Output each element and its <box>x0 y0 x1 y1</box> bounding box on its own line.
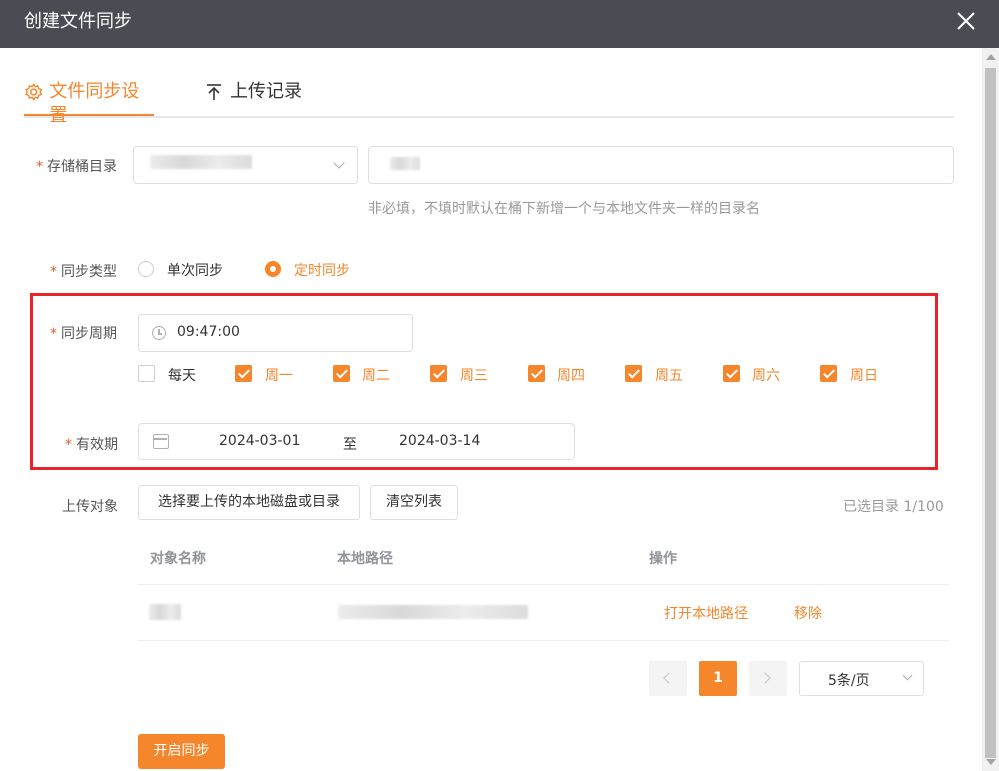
checkbox-monday[interactable] <box>235 365 252 382</box>
next-page-button[interactable] <box>749 661 787 696</box>
time-value: 09:47:00 <box>177 324 240 340</box>
clock-icon <box>152 326 166 340</box>
tab-label: 文件同步设置 <box>49 81 140 126</box>
checkbox-thursday[interactable] <box>528 365 545 382</box>
checkbox-monday-label[interactable]: 周一 <box>265 365 293 385</box>
vertical-scrollbar[interactable] <box>982 48 999 771</box>
required-mark: * <box>65 437 72 453</box>
selected-count: 已选目录 1/100 <box>843 499 944 515</box>
date-end[interactable]: 2024-03-14 <box>399 433 480 449</box>
checkbox-saturday-label[interactable]: 周六 <box>752 365 780 385</box>
checkbox-wednesday[interactable] <box>430 365 447 382</box>
date-separator: 至 <box>343 437 357 453</box>
bucket-select[interactable] <box>133 146 358 184</box>
create-file-sync-dialog: 创建文件同步 文件同步设置 上传记录 * 存储桶目录 非必填，不填时默认在桶下新… <box>0 0 999 771</box>
checkbox-sunday[interactable] <box>820 365 837 382</box>
sync-period-label-text: 同步周期 <box>61 326 117 342</box>
table-row: 打开本地路径 移除 <box>138 585 949 641</box>
scroll-down-arrow-icon[interactable] <box>986 759 996 765</box>
page-size-select[interactable]: 5条/页 <box>799 661 924 696</box>
upload-icon <box>207 84 221 100</box>
clear-list-button[interactable]: 清空列表 <box>370 485 458 520</box>
sync-type-label: * 同步类型 <box>50 261 117 281</box>
checkbox-saturday[interactable] <box>723 365 740 382</box>
redacted-local-path <box>338 605 528 619</box>
checkbox-friday-label[interactable]: 周五 <box>655 365 683 385</box>
gear-icon <box>25 83 43 101</box>
time-picker[interactable]: 09:47:00 <box>138 314 413 352</box>
page-number-current[interactable]: 1 <box>699 661 737 696</box>
checkbox-sunday-label[interactable]: 周日 <box>850 365 878 385</box>
column-header-object-name: 对象名称 <box>150 551 206 567</box>
dialog-title: 创建文件同步 <box>24 11 132 32</box>
table-header: 对象名称 本地路径 操作 <box>138 537 949 585</box>
tab-upload-records[interactable]: 上传记录 <box>204 80 302 116</box>
column-header-actions: 操作 <box>649 551 677 567</box>
checkbox-everyday[interactable] <box>138 365 155 382</box>
required-mark: * <box>50 326 57 342</box>
sync-period-label: * 同步周期 <box>50 323 117 343</box>
open-local-path-link[interactable]: 打开本地路径 <box>664 603 748 623</box>
checkbox-tuesday[interactable] <box>333 365 350 382</box>
required-mark: * <box>36 159 43 175</box>
date-start[interactable]: 2024-03-01 <box>219 433 300 449</box>
validity-label: * 有效期 <box>65 434 118 454</box>
remove-link[interactable]: 移除 <box>794 603 822 623</box>
calendar-icon <box>153 434 169 449</box>
checkbox-thursday-label[interactable]: 周四 <box>557 365 585 385</box>
dialog-titlebar: 创建文件同步 <box>0 0 999 48</box>
required-mark: * <box>50 264 57 280</box>
radio-scheduled-sync-label[interactable]: 定时同步 <box>294 260 350 280</box>
bucket-dir-label-text: 存储桶目录 <box>47 159 117 175</box>
bucket-dir-input[interactable] <box>368 146 954 184</box>
page-size-value: 5条/页 <box>828 673 870 689</box>
bucket-dir-label: * 存储桶目录 <box>36 156 117 176</box>
checkbox-wednesday-label[interactable]: 周三 <box>460 365 488 385</box>
radio-scheduled-sync[interactable] <box>265 261 281 277</box>
radio-single-sync-label[interactable]: 单次同步 <box>167 260 223 280</box>
start-sync-button[interactable]: 开启同步 <box>138 734 225 769</box>
tabs: 文件同步设置 上传记录 <box>24 72 954 126</box>
close-icon[interactable] <box>951 6 981 36</box>
chevron-right-icon <box>759 672 771 684</box>
checkbox-friday[interactable] <box>625 365 642 382</box>
column-header-local-path: 本地路径 <box>337 551 393 567</box>
redacted-bucket-name <box>150 155 252 169</box>
bucket-dir-hint: 非必填，不填时默认在桶下新增一个与本地文件夹一样的目录名 <box>368 201 760 217</box>
upload-target-label: 上传对象 <box>62 499 118 515</box>
date-range-picker[interactable]: 2024-03-01 至 2024-03-14 <box>138 423 575 460</box>
select-local-dir-button[interactable]: 选择要上传的本地磁盘或目录 <box>138 485 360 520</box>
chevron-down-icon <box>333 157 345 169</box>
scroll-thumb[interactable] <box>985 68 996 758</box>
tab-file-sync-settings[interactable]: 文件同步设置 <box>24 80 154 126</box>
checkbox-everyday-label[interactable]: 每天 <box>168 365 196 385</box>
chevron-left-icon <box>663 672 675 684</box>
validity-label-text: 有效期 <box>76 437 118 453</box>
sync-type-label-text: 同步类型 <box>61 264 117 280</box>
redacted-object-name <box>149 604 181 620</box>
checkbox-tuesday-label[interactable]: 周二 <box>362 365 390 385</box>
scroll-up-arrow-icon[interactable] <box>986 54 996 60</box>
tab-label: 上传记录 <box>230 81 302 102</box>
redacted-dir-value <box>390 157 420 170</box>
prev-page-button[interactable] <box>649 661 687 696</box>
radio-single-sync[interactable] <box>138 261 154 277</box>
chevron-down-icon <box>902 670 913 681</box>
